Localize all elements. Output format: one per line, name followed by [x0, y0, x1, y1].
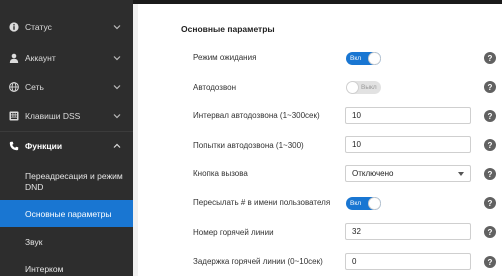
help-icon[interactable]: ?	[484, 256, 496, 268]
chevron-down-icon	[113, 114, 121, 119]
chevron-down-icon	[113, 56, 121, 61]
chevron-down-icon	[113, 85, 121, 90]
help-icon[interactable]: ?	[484, 197, 496, 209]
toggle-knob	[346, 81, 359, 94]
hotline-delay-label: Задержка горячей линии (0~10сек)	[193, 257, 323, 266]
call-button-label: Кнопка вызова	[193, 169, 248, 178]
content-gutter	[133, 4, 138, 276]
input-value: 10	[352, 111, 361, 120]
sidebar-item-network[interactable]: Сеть	[0, 72, 133, 102]
subitem-label: Интерком	[25, 264, 64, 274]
help-icon[interactable]: ?	[484, 110, 496, 122]
sidebar-item-status[interactable]: Статус	[0, 12, 133, 42]
help-icon[interactable]: ?	[484, 168, 496, 180]
forward-hash-label: Пересылать # в имени пользователя	[193, 198, 331, 207]
subitem-label: Основные параметры	[25, 208, 112, 219]
sidebar-item-features[interactable]: Функции	[0, 131, 133, 161]
sidebar-item-label: Сеть	[25, 82, 44, 92]
sidebar-subitem-sound[interactable]: Звук	[0, 229, 133, 255]
input-value: 10	[352, 140, 361, 149]
sidebar-item-account[interactable]: Аккаунт	[0, 43, 133, 73]
chevron-up-icon	[113, 143, 121, 148]
sidebar-item-label: Статус	[25, 22, 52, 32]
sidebar-item-label: Аккаунт	[25, 53, 56, 63]
toggle-text: Выкл	[361, 84, 377, 91]
input-value: 32	[352, 227, 361, 236]
subitem-label-line1: Переадресация и режим	[25, 171, 123, 181]
toggle-knob	[368, 197, 381, 210]
call-button-select[interactable]: Отключено	[345, 165, 471, 182]
sidebar-subitem-intercom[interactable]: Интерком	[0, 258, 133, 276]
toggle-text: Вкл	[350, 55, 362, 62]
info-icon	[9, 22, 19, 32]
toggle-knob	[368, 52, 381, 65]
toggle-text: Вкл	[350, 200, 362, 207]
page-title: Основные параметры	[181, 24, 275, 34]
help-icon[interactable]: ?	[484, 81, 496, 93]
input-value: 0	[352, 257, 357, 266]
standby-toggle[interactable]: Вкл	[346, 52, 381, 65]
phone-icon	[9, 141, 19, 151]
hotline-number-input[interactable]: 32	[345, 223, 471, 240]
sidebar-item-dss-keys[interactable]: Клавиши DSS	[0, 101, 133, 131]
forward-hash-toggle[interactable]: Вкл	[346, 197, 381, 210]
sidebar-item-label: Функции	[25, 141, 63, 151]
redial-attempts-label: Попытки автодозвона (1~300)	[193, 141, 304, 150]
subitem-label-line2: DND	[25, 182, 44, 192]
auto-redial-toggle[interactable]: Выкл	[346, 81, 381, 94]
top-bar	[133, 0, 502, 4]
auto-redial-label: Автодозвон	[193, 83, 236, 92]
sidebar: Статус Аккаунт Сеть Клавиши DSS Функции …	[0, 0, 133, 276]
user-icon	[9, 53, 19, 63]
redial-interval-label: Интервал автодозвона (1~300сек)	[193, 111, 320, 120]
help-icon[interactable]: ?	[484, 226, 496, 238]
standby-label: Режим ожидания	[193, 53, 257, 62]
select-value: Отключено	[352, 169, 394, 178]
app-root: Статус Аккаунт Сеть Клавиши DSS Функции …	[0, 0, 502, 276]
redial-interval-input[interactable]: 10	[345, 107, 471, 124]
sidebar-subitem-basic-settings[interactable]: Основные параметры	[0, 200, 133, 227]
help-icon[interactable]: ?	[484, 139, 496, 151]
globe-icon	[9, 82, 19, 92]
hotline-number-label: Номер горячей линии	[193, 228, 274, 237]
help-icon[interactable]: ?	[484, 52, 496, 64]
hotline-delay-input[interactable]: 0	[345, 253, 471, 270]
sidebar-item-label: Клавиши DSS	[25, 111, 81, 121]
subitem-label: Звук	[25, 237, 43, 247]
redial-attempts-input[interactable]: 10	[345, 136, 471, 153]
sidebar-subitem-forward-dnd[interactable]: Переадресация и режим DND	[0, 168, 133, 196]
chevron-down-icon	[113, 25, 121, 30]
keypad-icon	[9, 111, 19, 121]
dropdown-arrow-icon	[458, 172, 464, 176]
